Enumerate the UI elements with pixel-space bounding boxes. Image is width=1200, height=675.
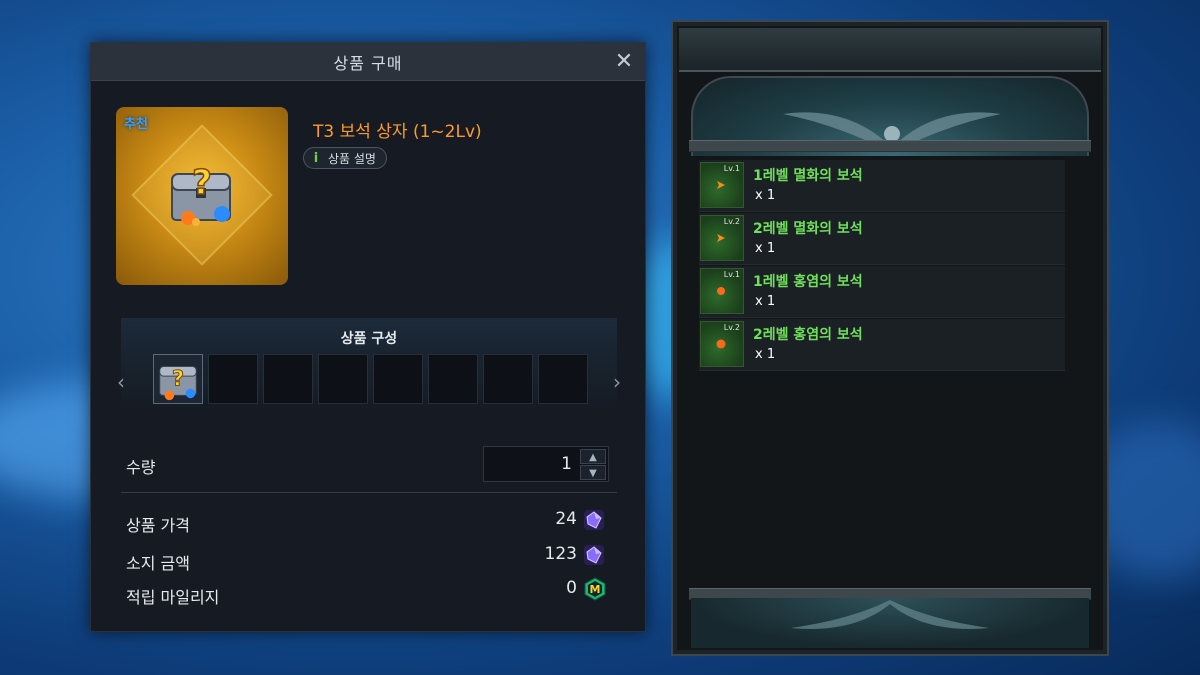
mileage-label: 적립 마일리지 bbox=[126, 588, 220, 607]
composition-slot[interactable] bbox=[538, 354, 588, 404]
composition-slot[interactable] bbox=[263, 354, 313, 404]
reward-quantity: x 1 bbox=[755, 241, 776, 256]
gem-chest-icon: ? bbox=[171, 162, 231, 226]
composition-slot[interactable] bbox=[208, 354, 258, 404]
purple-gem-icon bbox=[584, 545, 604, 565]
level-tag: Lv.2 bbox=[723, 217, 740, 226]
reward-name: 1레벨 홍염의 보석 bbox=[753, 274, 863, 290]
quantity-stepper[interactable]: 1 ▲ ▼ bbox=[483, 446, 609, 482]
composition-slot[interactable] bbox=[318, 354, 368, 404]
composition-title: 상품 구성 bbox=[340, 331, 398, 347]
level-tag: Lv.1 bbox=[723, 164, 740, 173]
panel-frame-bar bbox=[689, 140, 1091, 152]
panel-ornament bbox=[691, 598, 1089, 648]
recommended-badge: 추천 bbox=[124, 117, 148, 132]
gem-item-icon: Lv.1 bbox=[700, 268, 744, 314]
reward-name: 1레벨 멸화의 보석 bbox=[753, 168, 863, 184]
reward-quantity: x 1 bbox=[755, 347, 776, 362]
purchase-dialog: 상품 구매 ✕ 추천 ? T3 보석 상자 (1~2Lv) i 상품 설명 상품… bbox=[90, 42, 646, 632]
panel-frame-top bbox=[679, 28, 1101, 72]
gem-item-icon: Lv.2 bbox=[700, 215, 744, 261]
composition-section: 상품 구성 ‹ › ? bbox=[117, 318, 621, 410]
composition-slot[interactable] bbox=[483, 354, 533, 404]
composition-slot[interactable] bbox=[373, 354, 423, 404]
decrement-button[interactable]: ▼ bbox=[580, 465, 606, 480]
reward-quantity: x 1 bbox=[755, 294, 776, 309]
orange-gem-icon bbox=[717, 181, 725, 189]
price-value: 24 bbox=[555, 509, 577, 529]
svg-text:?: ? bbox=[192, 163, 212, 203]
gem-item-icon: Lv.2 bbox=[700, 321, 744, 367]
mileage-value: 0 bbox=[566, 578, 577, 598]
reward-item[interactable]: Lv.2 2레벨 멸화의 보석 x 1 bbox=[699, 213, 1065, 265]
product-description-button[interactable]: i 상품 설명 bbox=[303, 147, 387, 169]
composition-slot[interactable]: ? bbox=[153, 354, 203, 404]
level-tag: Lv.1 bbox=[723, 270, 740, 279]
reward-quantity: x 1 bbox=[755, 188, 776, 203]
reward-name: 2레벨 홍염의 보석 bbox=[753, 327, 863, 343]
mileage-icon: M bbox=[584, 577, 606, 601]
reward-item[interactable]: Lv.2 2레벨 홍염의 보석 x 1 bbox=[699, 319, 1065, 371]
ornament-icon bbox=[791, 600, 989, 629]
quantity-label: 수량 bbox=[126, 458, 156, 477]
red-gem-icon bbox=[716, 339, 726, 349]
level-tag: Lv.2 bbox=[723, 323, 740, 332]
close-button[interactable]: ✕ bbox=[611, 49, 637, 75]
next-arrow[interactable]: › bbox=[613, 370, 621, 394]
red-gem-icon bbox=[717, 287, 725, 295]
gem-item-icon: Lv.1 bbox=[700, 162, 744, 208]
product-image: 추천 ? bbox=[116, 107, 288, 285]
product-name: T3 보석 상자 (1~2Lv) bbox=[313, 122, 482, 142]
dialog-header: 상품 구매 ✕ bbox=[91, 43, 645, 81]
balance-label: 소지 금액 bbox=[126, 554, 190, 573]
mileage-icon-letter: M bbox=[590, 583, 601, 596]
price-label: 상품 가격 bbox=[126, 516, 190, 535]
dialog-title: 상품 구매 bbox=[333, 53, 403, 73]
prev-arrow[interactable]: ‹ bbox=[117, 370, 125, 394]
gem-chest-icon: ? bbox=[159, 365, 197, 401]
reward-item[interactable]: Lv.1 1레벨 홍염의 보석 x 1 bbox=[699, 266, 1065, 318]
svg-text:?: ? bbox=[172, 366, 184, 391]
description-label: 상품 설명 bbox=[328, 151, 376, 166]
composition-slot[interactable] bbox=[428, 354, 478, 404]
purple-gem-icon bbox=[584, 510, 604, 530]
increment-button[interactable]: ▲ bbox=[580, 449, 606, 464]
balance-value: 123 bbox=[544, 544, 577, 564]
orange-gem-icon bbox=[717, 234, 725, 242]
reward-item[interactable]: Lv.1 1레벨 멸화의 보석 x 1 bbox=[699, 160, 1065, 212]
info-icon: i bbox=[313, 150, 319, 166]
quantity-value[interactable]: 1 bbox=[561, 454, 572, 474]
reward-list: Lv.1 1레벨 멸화의 보석 x 1 Lv.2 2레벨 멸화의 보석 x 1 … bbox=[699, 160, 1065, 372]
divider bbox=[121, 492, 617, 493]
reward-panel: Lv.1 1레벨 멸화의 보석 x 1 Lv.2 2레벨 멸화의 보석 x 1 … bbox=[671, 20, 1109, 656]
reward-name: 2레벨 멸화의 보석 bbox=[753, 221, 863, 237]
